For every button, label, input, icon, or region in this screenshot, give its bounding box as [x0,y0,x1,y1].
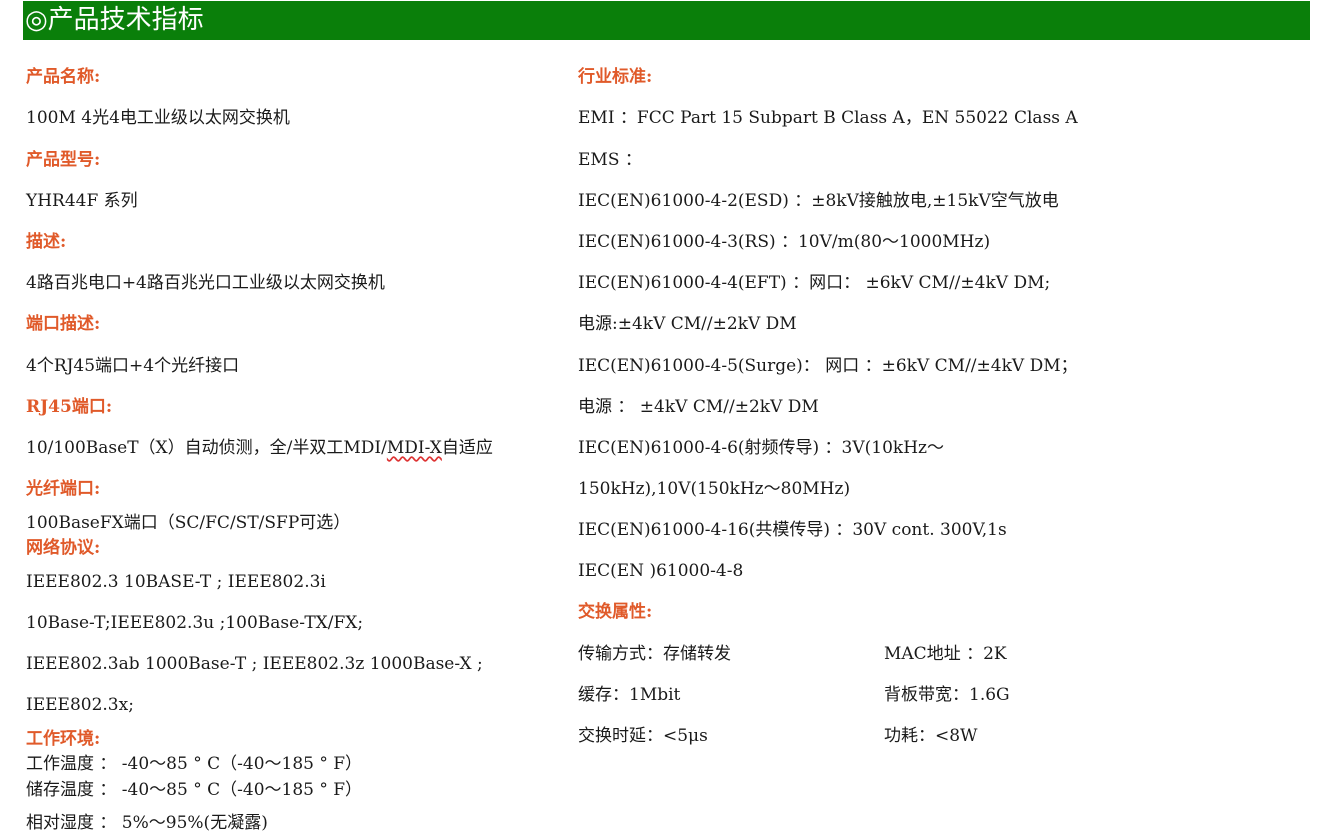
standard-line: 电源:±4kV CM//±2kV DM [578,314,797,334]
standard-line: 电源 ： ±4kV CM//±2kV DM [578,397,819,417]
rj45-mdix: MDI-X [386,438,442,458]
standard-line: IEC(EN )61000-4-8 [578,561,744,581]
standard-line: IEC(EN)61000-4-6(射频传导) ：3V(10kHz～ [578,438,944,458]
standard-line: 150kHz),10V(150kHz～80MHz) [578,479,851,499]
environment-line: 储存温度 ： -40～85 ° C（-40～185 ° F） [26,780,363,800]
switch-attributes-label: 交换属性: [578,602,653,622]
description-label: 描述: [26,232,67,252]
rj45-prefix: 10/100BaseT（X）自动侦测，全/半双工MDI/ [26,438,387,458]
standard-label: 行业标准: [578,67,653,87]
standard-line: EMS ： [578,150,642,170]
switch-attribute: MAC地址 ：2K [884,644,1007,664]
environment-label: 工作环境: [26,729,101,749]
rj45-value: 10/100BaseT（X）自动侦测，全/半双工MDI/MDI-X自适应 [26,437,493,459]
port-description-label: 端口描述: [26,314,101,334]
switch-attribute: 功耗：<8W [884,726,978,746]
port-description-value: 4个RJ45端口+4个光纤接口 [26,356,240,376]
fiber-label: 光纤端口: [26,479,101,499]
environment-line: 工作温度 ： -40～85 ° C（-40～185 ° F） [26,754,363,774]
protocol-line: IEEE802.3 10BASE-T ; IEEE802.3i [26,572,326,592]
model-label: 产品型号: [26,150,101,170]
fiber-value: 100BaseFX端口（SC/FC/ST/SFP可选） [26,513,351,533]
protocol-line: 10Base-T;IEEE802.3u ;100Base-TX/FX; [26,613,364,633]
rj45-label: RJ45端口: [26,397,113,417]
switch-attribute: 传输方式：存储转发 [578,644,731,664]
protocol-line: IEEE802.3x; [26,695,134,715]
page-title: ◎产品技术指标 [23,1,1310,40]
rj45-suffix: 自适应 [441,438,493,458]
switch-attribute: 交换时延：<5μs [578,726,708,746]
environment-line: 相对湿度 ： 5%～95%(无凝露) [26,813,268,833]
standard-line: IEC(EN)61000-4-3(RS) ：10V/m(80～1000MHz) [578,232,991,252]
standard-line: IEC(EN)61000-4-4(EFT) ：网口： ±6kV CM//±4kV… [578,273,1051,293]
model-value: YHR44F 系列 [26,191,138,211]
description-value: 4路百兆电口+4路百兆光口工业级以太网交换机 [26,273,385,293]
standard-line: IEC(EN)61000-4-2(ESD) ：±8kV接触放电,±15kV空气放… [578,191,1059,211]
switch-attribute: 背板带宽：1.6G [884,685,1010,705]
standard-line: IEC(EN)61000-4-16(共模传导) ：30V cont. 300V,… [578,520,1007,540]
protocol-line: IEEE802.3ab 1000Base-T ; IEEE802.3z 1000… [26,654,483,674]
product-name: 100M 4光4电工业级以太网交换机 [26,108,290,128]
standard-line: EMI ：FCC Part 15 Subpart B Class A，EN 55… [578,108,1078,128]
protocol-label: 网络协议: [26,538,101,558]
product-name-label: 产品名称: [26,67,101,87]
switch-attribute: 缓存：1Mbit [578,685,681,705]
standard-line: IEC(EN)61000-4-5(Surge)： 网口 ：±6kV CM//±4… [578,356,1078,376]
